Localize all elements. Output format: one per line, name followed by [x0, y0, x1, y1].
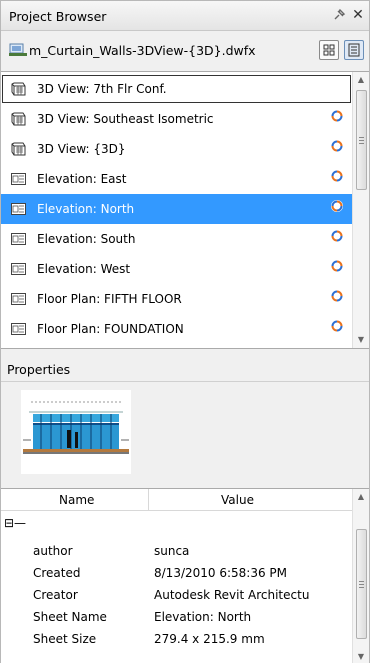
property-value: sunca — [154, 544, 190, 558]
view-list-item[interactable]: Elevation: East — [1, 164, 352, 194]
view-list-item-label: Elevation: South — [37, 232, 136, 246]
pin-icon[interactable] — [332, 8, 346, 22]
thumbnail-view-button[interactable] — [319, 40, 339, 60]
property-name: Sheet Size — [33, 632, 97, 646]
scroll-up-arrow[interactable]: ▲ — [353, 72, 369, 88]
sync-status-icon — [331, 170, 343, 182]
view-list-item[interactable]: 3D View: 7th Flr Conf. — [1, 74, 352, 104]
property-name: Creator — [33, 588, 78, 602]
scroll-down-arrow[interactable]: ▼ — [353, 332, 369, 348]
panel-title: Project Browser — [9, 9, 107, 24]
property-row[interactable]: Sheet Size 279.4 x 215.9 mm — [1, 629, 352, 651]
3d-view-icon — [10, 111, 27, 127]
sheet-view-icon — [10, 231, 27, 247]
scroll-thumb[interactable] — [356, 90, 367, 190]
view-list-item-label: Elevation: West — [37, 262, 131, 276]
view-list-item[interactable]: Floor Plan: FOUNDATION — [1, 314, 352, 344]
view-list-item[interactable]: Floor Plan: FIFTH FLOOR — [1, 284, 352, 314]
sheet-view-icon — [10, 201, 27, 217]
view-list-scrollbar[interactable]: ▲ ▼ — [352, 72, 369, 348]
props-scroll-thumb[interactable] — [356, 529, 367, 639]
sheet-view-icon — [10, 321, 27, 337]
name-column-header[interactable]: Name — [59, 493, 94, 507]
file-row: m_Curtain_Walls-3DView-{3D}.dwfx — [1, 32, 369, 68]
3d-view-icon — [10, 81, 27, 97]
view-list-item-label: Floor Plan: FOUNDATION — [37, 322, 184, 336]
sync-status-icon — [331, 260, 343, 272]
value-column-header[interactable]: Value — [221, 493, 254, 507]
view-list-item-label: Elevation: East — [37, 172, 127, 186]
view-list-item[interactable]: Elevation: West — [1, 254, 352, 284]
project-browser-panel: Project Browser ✕ m_Curtain_Walls-3DView… — [0, 0, 370, 663]
sync-status-icon — [331, 110, 343, 122]
view-list-item-label: 3D View: 7th Flr Conf. — [37, 82, 167, 96]
3d-view-icon — [10, 141, 27, 157]
properties-title: Properties — [7, 362, 71, 377]
property-value: 8/13/2010 6:58:36 PM — [154, 566, 288, 580]
preview-area — [1, 383, 369, 483]
view-list-item[interactable]: Elevation: South — [1, 224, 352, 254]
properties-grid: Name Value ⊟— author sunca Created 8/13/201… — [1, 488, 369, 663]
properties-grid-header: Name Value — [1, 489, 352, 511]
model-file-icon — [9, 43, 27, 57]
property-name: Created — [33, 566, 81, 580]
close-icon[interactable]: ✕ — [351, 7, 365, 23]
title-bar: Project Browser ✕ — [1, 1, 369, 31]
sync-status-icon — [331, 140, 343, 152]
sync-status-icon — [331, 230, 343, 242]
view-list: 3D View: 7th Flr Conf. 3D View: Southeast… — [1, 71, 369, 349]
props-scroll-up-arrow[interactable]: ▲ — [353, 489, 369, 505]
property-row[interactable]: author sunca — [1, 541, 352, 563]
property-value: Elevation: North — [154, 610, 252, 624]
properties-scrollbar[interactable]: ▲ ▼ — [352, 489, 369, 663]
list-view-button[interactable] — [344, 40, 364, 60]
properties-header: Properties — [1, 356, 369, 382]
view-list-item-label: 3D View: Southeast Isometric — [37, 112, 214, 126]
view-list-item-label: 3D View: {3D} — [37, 142, 126, 156]
elevation-thumbnail — [21, 390, 131, 474]
sync-status-icon — [331, 320, 343, 332]
property-value: 279.4 x 215.9 mm — [154, 632, 265, 646]
property-row[interactable]: Sheet Name Elevation: North — [1, 607, 352, 629]
collapse-group-toggle[interactable]: ⊟— — [4, 516, 26, 530]
view-list-item-label: Floor Plan: FIFTH FLOOR — [37, 292, 182, 306]
sheet-view-icon — [10, 261, 27, 277]
property-row[interactable]: Creator Autodesk Revit Architectu — [1, 585, 352, 607]
view-list-item[interactable]: Elevation: North — [1, 194, 352, 224]
sheet-view-icon — [10, 171, 27, 187]
sync-status-icon — [331, 200, 343, 212]
props-scroll-down-arrow[interactable]: ▼ — [353, 649, 369, 663]
property-value: Autodesk Revit Architectu — [154, 588, 310, 602]
property-name: author — [33, 544, 73, 558]
property-name: Sheet Name — [33, 610, 107, 624]
sync-status-icon — [331, 290, 343, 302]
view-list-item[interactable]: 3D View: {3D} — [1, 134, 352, 164]
sheet-view-icon — [10, 291, 27, 307]
file-name: m_Curtain_Walls-3DView-{3D}.dwfx — [29, 43, 256, 58]
view-list-item[interactable]: 3D View: Southeast Isometric — [1, 104, 352, 134]
column-separator[interactable] — [148, 489, 149, 511]
view-list-item-label: Elevation: North — [37, 202, 135, 216]
property-row[interactable]: Created 8/13/2010 6:58:36 PM — [1, 563, 352, 585]
